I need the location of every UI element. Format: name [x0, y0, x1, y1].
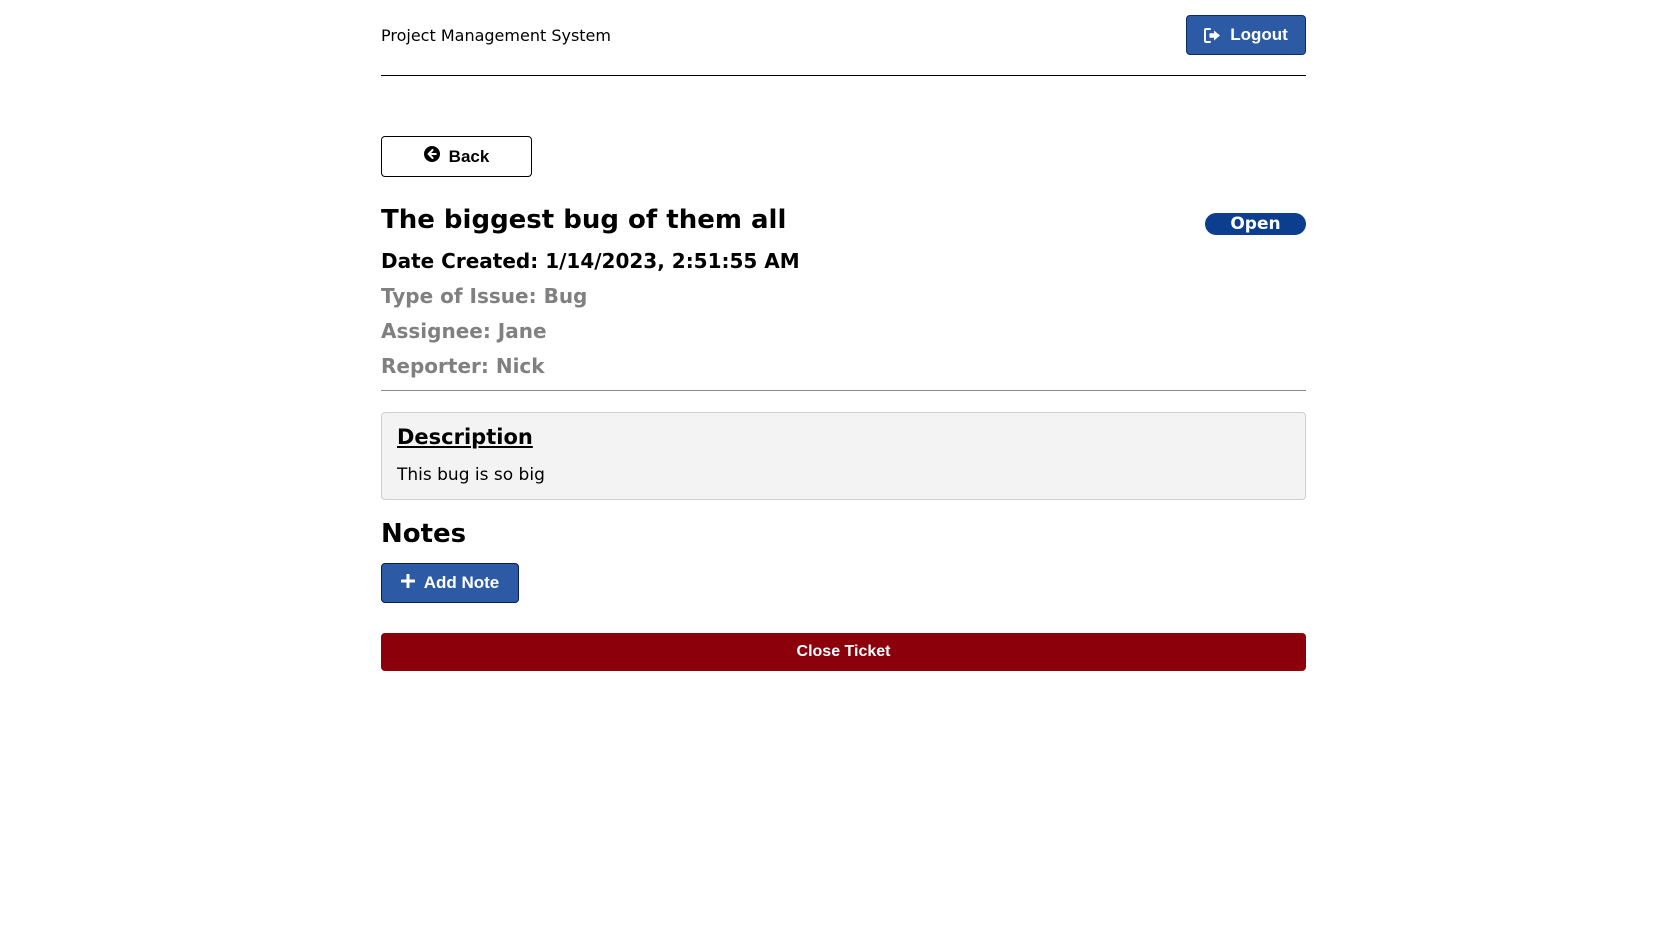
- description-text: This bug is so big: [397, 465, 545, 485]
- app-title: Project Management System: [381, 26, 611, 45]
- ticket-title: The biggest bug of them all: [381, 205, 787, 235]
- close-ticket-label: Close Ticket: [796, 643, 891, 660]
- top-header: Project Management System Logout: [381, 0, 1306, 76]
- close-ticket-button[interactable]: Close Ticket: [381, 633, 1306, 671]
- arrow-circle-left-icon: [423, 146, 440, 167]
- reporter: Reporter: Nick: [381, 354, 545, 378]
- plus-icon: [400, 573, 416, 593]
- description-heading: Description: [397, 425, 533, 449]
- divider: [381, 390, 1306, 391]
- add-note-button[interactable]: Add Note: [381, 563, 519, 603]
- page-container: Project Management System Logout Back Th…: [381, 0, 1306, 671]
- date-created: Date Created: 1/14/2023, 2:51:55 AM: [381, 249, 800, 273]
- add-note-label: Add Note: [423, 573, 500, 592]
- logout-button[interactable]: Logout: [1186, 15, 1306, 55]
- description-box: Description This bug is so big: [381, 412, 1306, 500]
- assignee: Assignee: Jane: [381, 319, 547, 343]
- notes-heading: Notes: [381, 519, 467, 549]
- logout-label: Logout: [1230, 25, 1288, 44]
- sign-out-icon: [1204, 27, 1221, 43]
- back-label: Back: [448, 146, 490, 166]
- status-badge: Open: [1205, 213, 1306, 235]
- back-button[interactable]: Back: [381, 136, 532, 177]
- issue-type: Type of Issue: Bug: [381, 284, 588, 308]
